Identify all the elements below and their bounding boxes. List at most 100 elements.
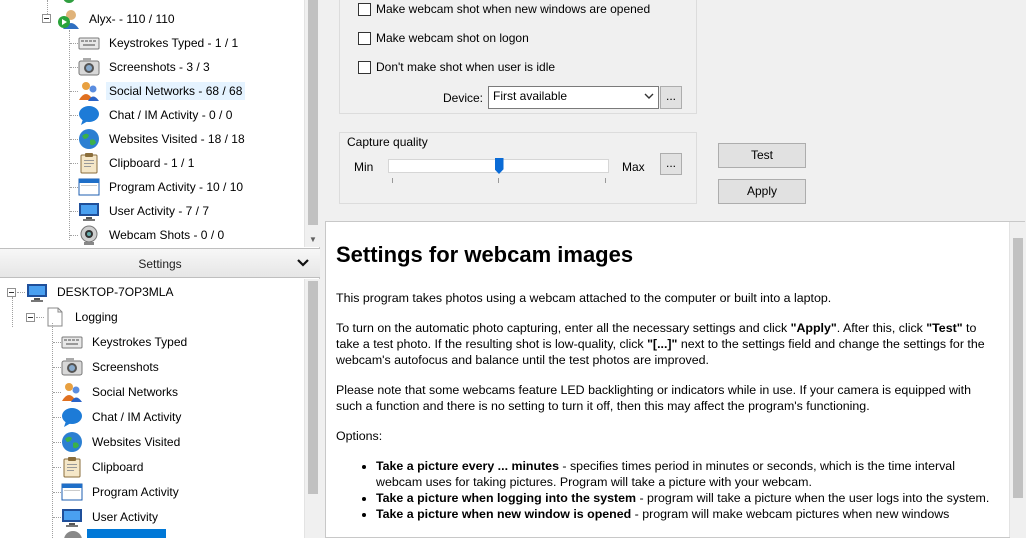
globe-icon [62,432,82,452]
report-item-label: User Activity - 7 / 7 [109,204,210,218]
collapse-toggle[interactable] [26,313,35,322]
tree-line [70,163,78,164]
report-item-monitor[interactable]: User Activity - 7 / 7 [78,200,212,222]
help-paragraph-intro: This program takes photos using a webcam… [336,291,832,305]
selected-item-partial[interactable] [87,529,166,538]
document-icon [47,307,63,327]
device-settings-button[interactable]: ... [660,86,682,109]
user-node[interactable]: Alyx- - 110 / 110 [58,8,178,30]
webcam-option-checkbox[interactable]: Make webcam shot on logon [358,31,529,45]
checkbox-box[interactable] [358,60,371,74]
settings-item-label: Chat / IM Activity [92,410,182,424]
webcam-icon [80,225,98,245]
report-item-webcam[interactable]: Webcam Shots - 0 / 0 [78,224,227,246]
webcam-option-checkbox[interactable]: Don't make shot when user is idle [358,60,555,74]
monitor-icon [79,203,99,221]
computer-node[interactable]: DESKTOP-7OP3MLA [26,281,176,303]
window-icon [61,483,83,501]
monitor-icon [27,284,47,302]
settings-item-keyboard[interactable]: Keystrokes Typed [61,331,190,353]
app-window: Alyx- - 110 / 110 Keystrokes Typed - 1 /… [0,0,1026,538]
tree-line [52,323,53,538]
help-option-item: Take a picture when new window is opened… [376,506,998,522]
help-panel: Settings for webcam images This program … [325,221,1025,538]
collapse-toggle[interactable] [42,14,51,23]
clipboard-icon [80,153,98,174]
report-item-label: Websites Visited - 18 / 18 [109,132,245,146]
help-scroll-area[interactable] [1010,222,1026,538]
device-select-value: First available [493,89,568,103]
settings-item-globe[interactable]: Websites Visited [61,431,183,453]
tree-line [70,43,78,44]
checkbox-box[interactable] [358,2,371,16]
report-item-label: Clipboard - 1 / 1 [109,156,195,170]
report-item-camera[interactable]: Screenshots - 3 / 3 [78,56,213,78]
settings-item-social[interactable]: Social Networks [61,381,181,403]
settings-item-chat[interactable]: Chat / IM Activity [61,406,184,428]
user-icon [58,10,79,29]
tree-line [53,442,61,443]
report-item-chat[interactable]: Chat / IM Activity - 0 / 0 [78,104,235,126]
capture-quality-label: Capture quality [347,135,428,149]
device-label: Device: [443,91,484,105]
report-item-clipboard[interactable]: Clipboard - 1 / 1 [78,152,197,174]
quality-settings-button[interactable]: ... [660,153,682,175]
tree-line [69,30,70,240]
apply-button[interactable]: Apply [718,179,806,204]
tree-line [70,139,78,140]
help-paragraph-instructions: To turn on the automatic photo capturing… [336,320,998,368]
webcam-option-checkbox[interactable]: Make webcam shot when new windows are op… [358,2,650,16]
test-button[interactable]: Test [718,143,806,168]
settings-section-header[interactable]: Settings [0,248,320,278]
tree-line [12,297,13,327]
chevron-down-icon[interactable] [296,256,310,270]
bold-apply: "Apply" [790,321,837,335]
collapse-toggle[interactable] [7,288,16,297]
settings-item-monitor[interactable]: User Activity [61,506,161,528]
clipboard-icon [63,457,81,478]
settings-item-camera[interactable]: Screenshots [61,356,162,378]
device-select[interactable]: First available [488,86,659,109]
tree-line [70,115,78,116]
scrollbar-thumb[interactable] [308,281,318,494]
report-item-label: Keystrokes Typed - 1 / 1 [109,36,239,50]
camera-icon [61,358,83,376]
left-pane: Alyx- - 110 / 110 Keystrokes Typed - 1 /… [0,0,320,538]
report-item-label: Screenshots - 3 / 3 [109,60,210,74]
option-name: Take a picture when logging into the sys… [376,491,637,505]
tree-line [70,187,78,188]
keyboard-icon [61,336,83,349]
settings-tree-scrollbar[interactable] [304,279,320,538]
help-option-item: Take a picture when logging into the sys… [376,490,998,506]
user-icon-partial [63,0,75,3]
settings-item-window[interactable]: Program Activity [61,481,182,503]
scroll-down-arrow[interactable]: ▼ [305,233,321,247]
webcam-icon-partial [64,531,82,538]
report-item-social[interactable]: Social Networks - 68 / 68 [78,80,246,102]
option-name: Take a picture every ... minutes [376,459,559,473]
scrollbar-thumb[interactable] [1013,238,1023,498]
keyboard-icon [78,37,100,50]
logging-node[interactable]: Logging [44,306,121,328]
help-title: Settings for webcam images [336,242,634,267]
tree-line [53,367,61,368]
scrollbar-thumb[interactable] [308,0,318,225]
bold-test: "Test" [926,321,963,335]
checkbox-box[interactable] [358,31,371,45]
report-tree[interactable]: Alyx- - 110 / 110 Keystrokes Typed - 1 /… [0,0,304,247]
settings-tree[interactable]: DESKTOP-7OP3MLA Logging Keystrokes Typed… [0,279,304,538]
text-segment: . After this, click [836,321,927,335]
checkbox-label: Make webcam shot when new windows are op… [376,2,651,16]
report-item-globe[interactable]: Websites Visited - 18 / 18 [78,128,248,150]
globe-icon [79,129,99,149]
tree-line [70,67,78,68]
settings-item-label: Social Networks [92,385,179,399]
report-tree-scrollbar[interactable]: ▼ [304,0,320,247]
option-description: - program will take a picture when the u… [636,491,990,505]
report-item-window[interactable]: Program Activity - 10 / 10 [78,176,246,198]
tree-line [17,292,25,293]
report-item-keyboard[interactable]: Keystrokes Typed - 1 / 1 [78,32,241,54]
social-icon [79,82,99,101]
settings-item-clipboard[interactable]: Clipboard [61,456,146,478]
chat-icon [62,408,82,427]
